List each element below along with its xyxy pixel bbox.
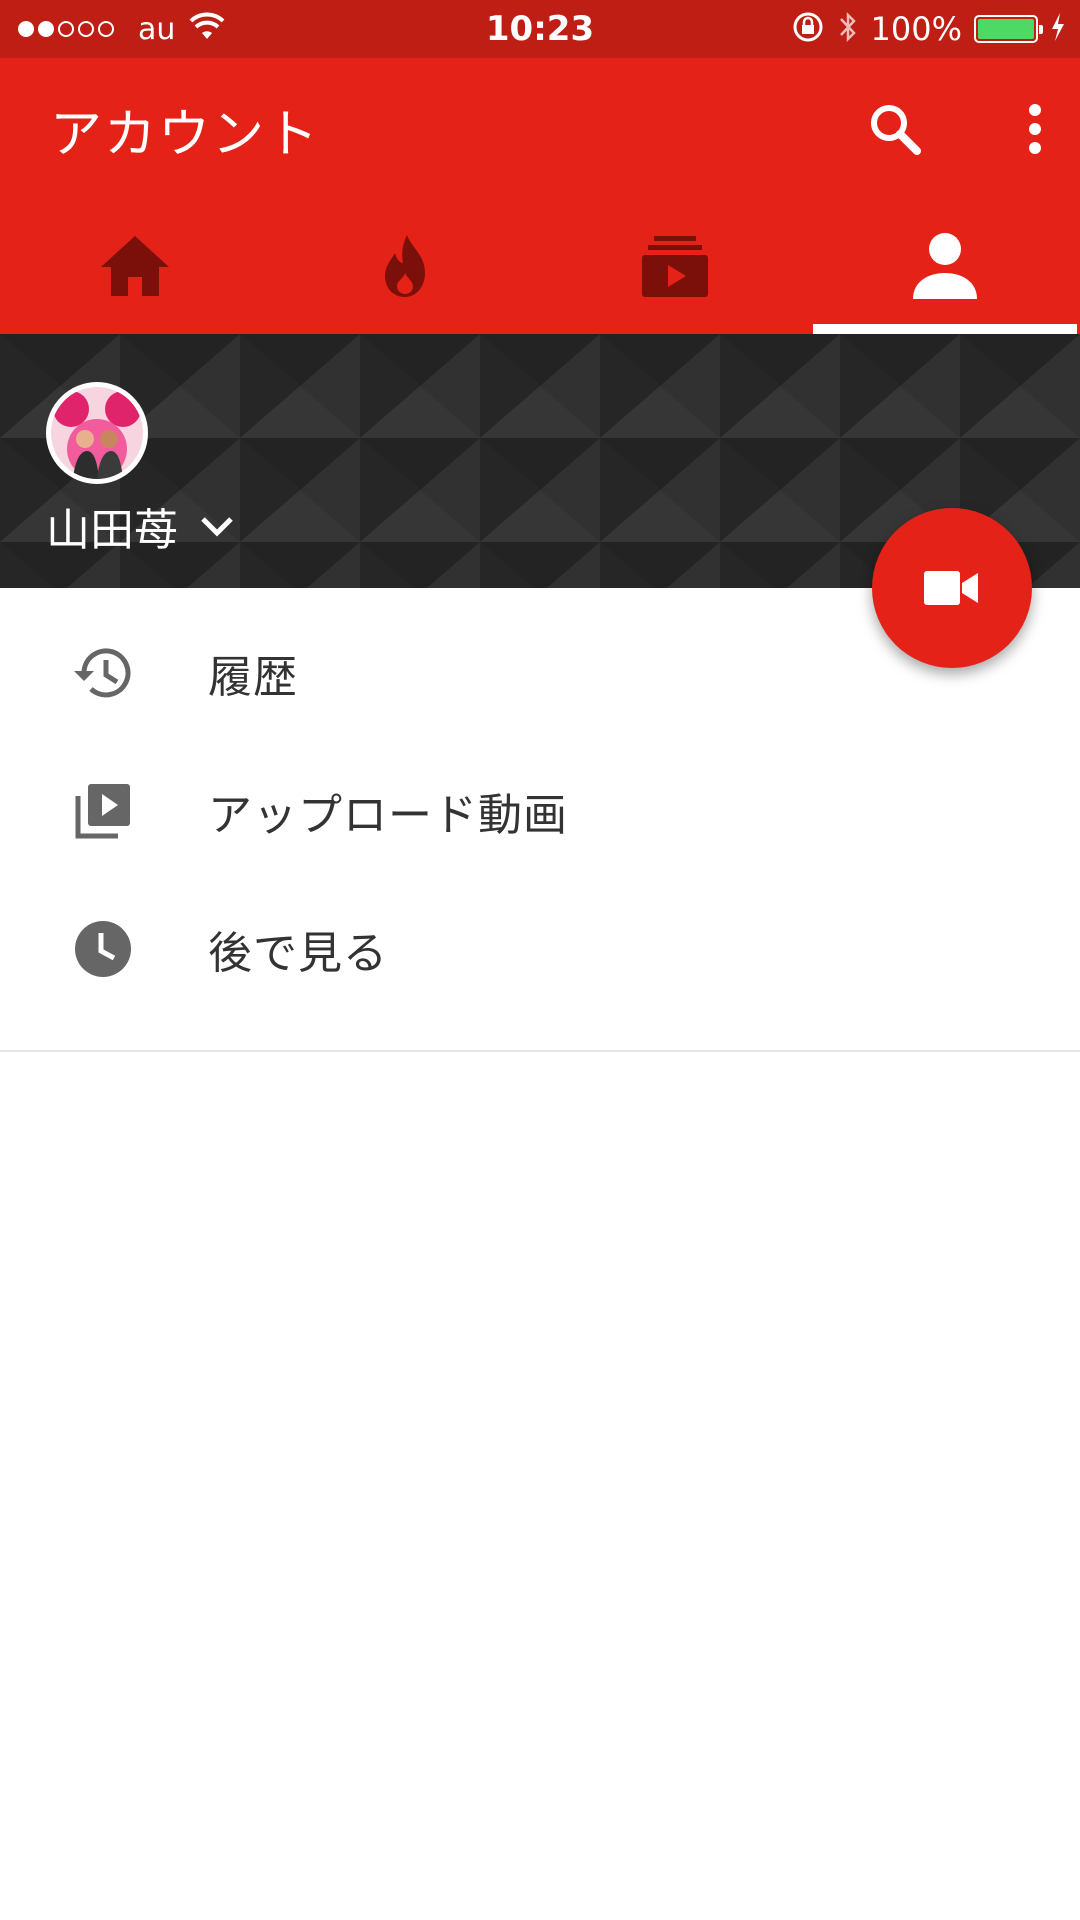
subscriptions-icon [642,236,708,297]
menu-label: 後で見る [208,928,388,979]
search-icon [871,105,921,155]
menu-label: 履歴 [208,652,298,703]
flame-icon [385,235,425,297]
person-icon [913,233,977,299]
bottom-tabs [0,198,1080,334]
menu-item-history[interactable]: 履歴 [0,604,1080,742]
divider [0,1050,1080,1052]
search-button[interactable] [860,94,930,164]
battery-icon [974,15,1043,43]
menu-item-watch-later[interactable]: 後で見る [0,880,1080,1018]
status-bar: au 10:23 100% [0,0,1080,58]
video-library-icon [70,778,136,844]
channel-name: 山田苺 [46,505,178,556]
tab-trending[interactable] [270,198,540,334]
account-switcher[interactable]: 山田苺 [46,494,234,558]
app-bar: アカウント [0,58,1080,334]
menu-item-uploads[interactable]: アップロード動画 [0,742,1080,880]
account-menu: 履歴 アップロード動画 後で見る [0,588,1080,1018]
home-icon [101,236,169,296]
page-title: アカウント [50,105,321,165]
tab-home[interactable] [0,198,270,334]
bluetooth-icon [837,10,859,48]
chevron-down-icon [201,517,233,537]
tab-subscriptions[interactable] [540,198,810,334]
more-vertical-icon [1029,104,1041,154]
clock-icon [70,916,136,982]
menu-label: アップロード動画 [208,790,568,841]
history-icon [70,640,136,706]
tab-account[interactable] [810,198,1080,334]
more-options-button[interactable] [1000,94,1070,164]
rotation-lock-icon [791,10,825,48]
charging-icon [1050,12,1066,46]
profile-photo [51,387,143,479]
battery-percentage: 100% [870,10,962,48]
avatar[interactable] [46,382,148,484]
